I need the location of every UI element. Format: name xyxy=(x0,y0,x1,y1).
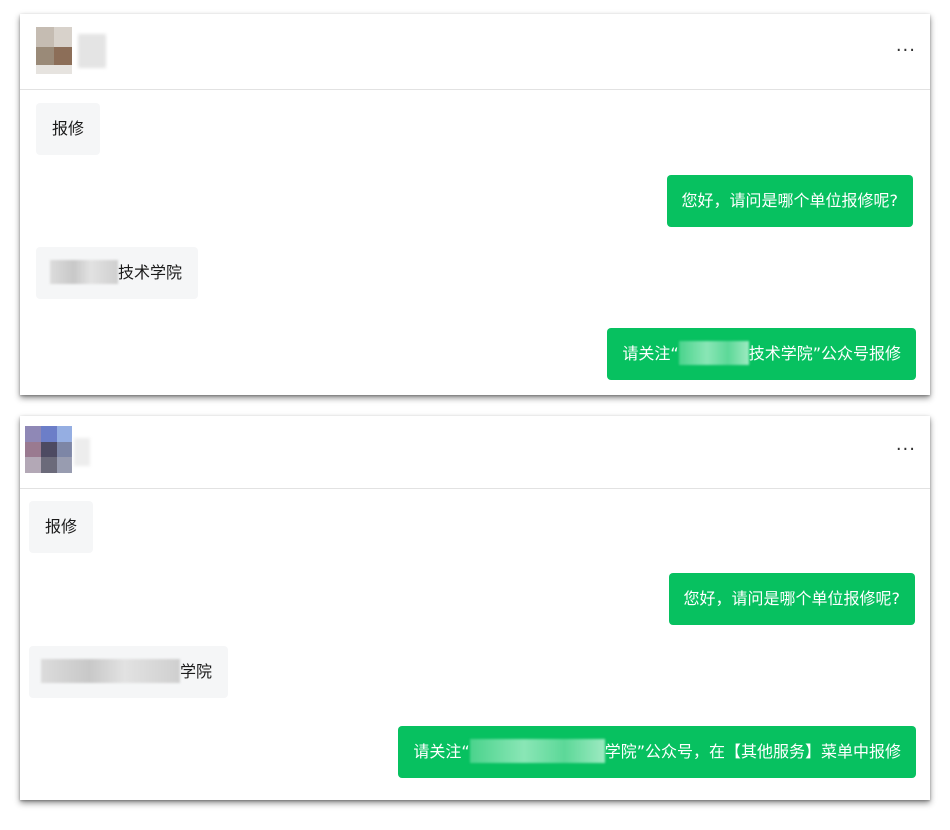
message-text: 您好，请问是哪个单位报修呢? xyxy=(683,589,901,608)
contact-name-redacted xyxy=(78,34,106,68)
more-options-icon[interactable]: ··· xyxy=(896,42,916,60)
message-text: 报修 xyxy=(45,517,78,536)
message-text-prefix: 请关注“ xyxy=(622,344,679,363)
chat-panel-2: ··· 报修 您好，请问是哪个单位报修呢? 学院 请关注“ 学院”公众号，在【其他… xyxy=(20,416,930,800)
message-bubble-agent: 请关注“ 技术学院”公众号报修 xyxy=(607,328,916,380)
chat-header: ··· xyxy=(20,416,930,489)
message-text-suffix: 技术学院”公众号报修 xyxy=(748,344,901,363)
message-bubble-user: 报修 xyxy=(36,103,101,155)
more-options-icon[interactable]: ··· xyxy=(896,441,916,459)
redacted-text xyxy=(678,341,749,365)
redacted-text xyxy=(469,739,605,763)
message-text-prefix: 请关注“ xyxy=(413,742,470,761)
message-bubble-user: 报修 xyxy=(29,501,94,553)
message-bubble-agent: 您好，请问是哪个单位报修呢? xyxy=(668,573,915,625)
message-text: 学院 xyxy=(180,662,213,681)
message-text: 报修 xyxy=(52,119,85,138)
message-bubble-user: 技术学院 xyxy=(36,247,199,299)
message-bubble-user: 学院 xyxy=(29,646,229,698)
message-text: 您好，请问是哪个单位报修呢? xyxy=(681,191,899,210)
chat-header: ··· xyxy=(20,14,930,90)
message-text: 技术学院 xyxy=(118,263,183,282)
contact-name-redacted xyxy=(74,438,90,466)
contact-avatar[interactable] xyxy=(25,426,72,473)
redacted-text xyxy=(50,260,118,284)
chat-panel-1: ··· 报修 您好，请问是哪个单位报修呢? 技术学院 请关注“ 技术学院”公众号报… xyxy=(20,14,930,395)
contact-avatar[interactable] xyxy=(36,27,72,74)
message-text-suffix: 学院”公众号，在【其他服务】菜单中报修 xyxy=(604,742,901,761)
redacted-text xyxy=(41,659,180,683)
message-bubble-agent: 请关注“ 学院”公众号，在【其他服务】菜单中报修 xyxy=(398,726,916,778)
message-bubble-agent: 您好，请问是哪个单位报修呢? xyxy=(666,175,913,227)
